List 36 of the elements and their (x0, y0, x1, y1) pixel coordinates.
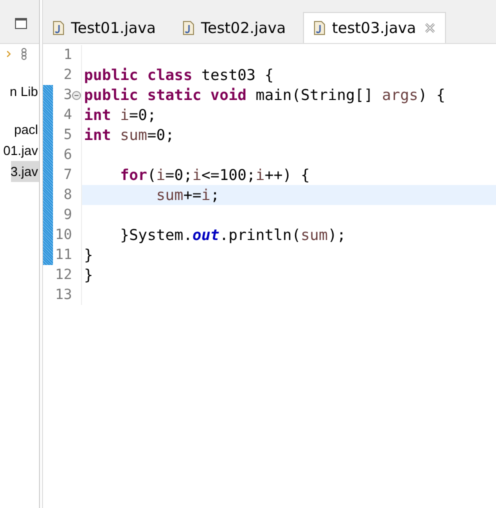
line-number: 10 (55, 227, 72, 243)
line-number: 9 (64, 207, 72, 223)
tree-item[interactable]: 01.jav (3, 140, 39, 161)
java-file-icon (314, 21, 325, 35)
line-number: 3 (64, 87, 72, 103)
line-number: 7 (64, 167, 72, 183)
close-icon[interactable] (425, 23, 436, 33)
editor-tab[interactable]: test03.java (303, 12, 446, 43)
line-number: 8 (64, 187, 72, 203)
code-line: }System.out.println(sum); (119, 226, 346, 244)
collapse-icon[interactable] (72, 91, 81, 100)
minimize-icon[interactable] (15, 18, 27, 29)
line-number: 5 (64, 127, 72, 143)
code-line: sum+=i; (155, 186, 220, 204)
code-line: public class test03 { (84, 66, 274, 84)
line-number: 13 (55, 287, 72, 303)
code-line: public static void main(String[] args) { (84, 86, 446, 104)
tree-item[interactable]: pacl (14, 119, 39, 140)
code-line: } (84, 246, 94, 264)
line-number: 11 (55, 247, 72, 263)
tree-item[interactable]: n Lib (10, 81, 39, 102)
java-file-icon (53, 21, 64, 35)
code-line: int sum=0; (84, 126, 174, 144)
line-number: 12 (55, 267, 72, 283)
line-number: 2 (64, 67, 72, 83)
editor-tab[interactable]: Test01.java (43, 13, 173, 43)
line-number: 1 (64, 47, 72, 63)
java-file-icon (183, 21, 194, 35)
code-line: } (84, 266, 94, 284)
tree-item[interactable]: 3.jav (10, 161, 39, 182)
code-line: int i=0; (84, 106, 156, 124)
code-line: for(i=0;i<=100;i++) { (119, 166, 310, 184)
line-number: 6 (64, 147, 72, 163)
line-number: 4 (64, 107, 72, 123)
editor-tab[interactable]: Test02.java (173, 13, 303, 43)
link-icon[interactable] (21, 48, 27, 60)
